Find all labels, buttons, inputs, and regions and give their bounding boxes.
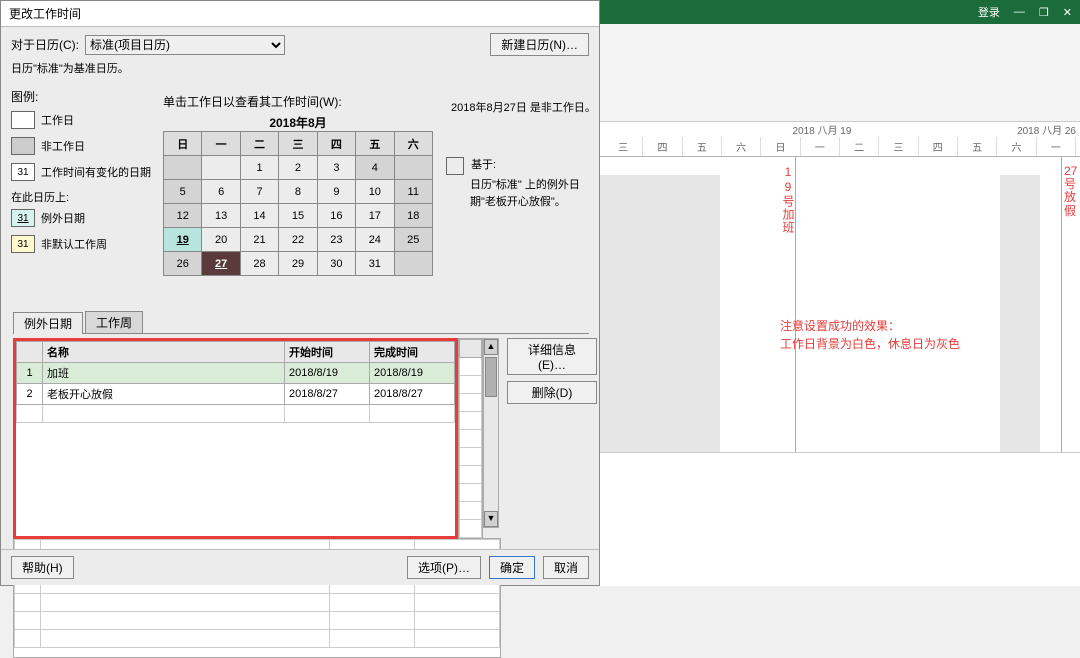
swatch-nondefault-icon: 31 xyxy=(11,235,35,253)
login-link[interactable]: 登录 xyxy=(978,4,1000,20)
col-start: 开始时间 xyxy=(285,342,370,363)
tabstrip: 例外日期 工作周 xyxy=(13,311,589,334)
scrollbar[interactable]: ▲ ▼ xyxy=(483,338,499,528)
dialog-title: 更改工作时间 xyxy=(1,1,599,27)
gantt-area[interactable]: 19号加班 27号放假 注意设置成功的效果： 工作日背景为白色，休息日为灰色 xyxy=(600,157,1080,457)
tab-exceptions[interactable]: 例外日期 xyxy=(13,312,83,334)
scroll-thumb[interactable] xyxy=(485,357,497,397)
timeline-marker xyxy=(1061,157,1062,457)
calendar-section: 单击工作日以查看其工作时间(W): 2018年8月 日 一 二 三 四 五 六 … xyxy=(163,93,433,276)
timeline-header: . 2018 八月 19 2018 八月 26 三 四 五 六 日 一 二 三 … xyxy=(600,122,1080,157)
task-holiday: 27号放假 xyxy=(1064,165,1078,218)
lower-pane xyxy=(600,452,1080,466)
project-panel: 登录 — ❐ ✕ . 2018 八月 19 2018 八月 26 三 四 五 六… xyxy=(600,0,1080,586)
timeline-date-left: 2018 八月 19 xyxy=(792,122,851,137)
calendar-month: 2018年8月 xyxy=(163,114,433,131)
calendar-caption: 单击工作日以查看其工作时间(W): xyxy=(163,93,433,110)
options-button[interactable]: 选项(P)… xyxy=(407,556,481,579)
legend-workday: 工作日 xyxy=(41,112,74,128)
exceptions-section: 例外日期 工作周 名称 开始时间 完成时间 1 加班 xyxy=(13,311,589,658)
swatch-exception-icon: 31 xyxy=(11,209,35,227)
legend-nondefault: 非默认工作周 xyxy=(41,236,107,252)
col-finish: 完成时间 xyxy=(370,342,455,363)
help-button[interactable]: 帮助(H) xyxy=(11,556,74,579)
col-name: 名称 xyxy=(43,342,285,363)
ok-button[interactable]: 确定 xyxy=(489,556,535,579)
window-close-icon[interactable]: ✕ xyxy=(1063,6,1072,19)
timeline-date-right: 2018 八月 26 xyxy=(1017,122,1076,137)
date-status: 2018年8月27日 是非工作日。 xyxy=(451,99,596,115)
cal-day-19[interactable]: 19 xyxy=(164,228,202,252)
legend-changed: 工作时间有变化的日期 xyxy=(41,164,151,180)
cancel-button[interactable]: 取消 xyxy=(543,556,589,579)
table-row[interactable]: 2 老板开心放假 2018/8/27 2018/8/27 xyxy=(17,384,455,405)
base-calendar-text: 日历"标准"为基准日历。 xyxy=(11,60,589,76)
window-minimize-icon[interactable]: — xyxy=(1014,6,1025,18)
delete-button[interactable]: 删除(D) xyxy=(507,381,597,404)
based-on-label: 基于: xyxy=(471,159,496,171)
for-calendar-label: 对于日历(C): xyxy=(11,36,79,53)
legend: 图例: 工作日 非工作日 31工作时间有变化的日期 在此日历上: 31例外日期 … xyxy=(11,88,151,253)
on-this-calendar-label: 在此日历上: xyxy=(11,189,151,205)
legend-exception: 例外日期 xyxy=(41,210,85,226)
task-overtime: 19号加班 xyxy=(780,165,797,234)
cal-day-27[interactable]: 27 xyxy=(202,252,240,276)
change-working-time-dialog: 更改工作时间 对于日历(C): 标准(项目日历) 新建日历(N)… 日历"标准"… xyxy=(0,0,600,586)
details-button[interactable]: 详细信息(E)… xyxy=(507,338,597,375)
legend-nonwork: 非工作日 xyxy=(41,138,85,154)
exceptions-table: 名称 开始时间 完成时间 1 加班 2018/8/19 2018/8/19 2 xyxy=(13,338,458,539)
based-on-swatch-icon xyxy=(446,157,464,175)
swatch-workday-icon xyxy=(11,111,35,129)
dialog-footer: 帮助(H) 选项(P)… 确定 取消 xyxy=(1,549,599,585)
swatch-changed-icon: 31 xyxy=(11,163,35,181)
project-titlebar: 登录 — ❐ ✕ xyxy=(600,0,1080,24)
legend-title: 图例: xyxy=(11,88,151,105)
window-restore-icon[interactable]: ❐ xyxy=(1039,6,1049,19)
swatch-nonwork-icon xyxy=(11,137,35,155)
scroll-up-icon[interactable]: ▲ xyxy=(484,339,498,355)
annotation-note: 注意设置成功的效果： 工作日背景为白色，休息日为灰色 xyxy=(780,317,960,353)
calendar-grid[interactable]: 日 一 二 三 四 五 六 1 2 3 4 5 6 7 8 9 xyxy=(163,131,433,276)
new-calendar-button[interactable]: 新建日历(N)… xyxy=(490,33,589,56)
table-row[interactable]: 1 加班 2018/8/19 2018/8/19 xyxy=(17,363,455,384)
scroll-down-icon[interactable]: ▼ xyxy=(484,511,498,527)
calendar-select[interactable]: 标准(项目日历) xyxy=(85,35,285,55)
based-on: 基于: 日历"标准" 上的例外日期"老板开心放假"。 xyxy=(446,157,586,210)
tab-workweeks[interactable]: 工作周 xyxy=(85,311,143,333)
based-on-text: 日历"标准" 上的例外日期"老板开心放假"。 xyxy=(470,177,586,210)
ribbon xyxy=(600,24,1080,122)
